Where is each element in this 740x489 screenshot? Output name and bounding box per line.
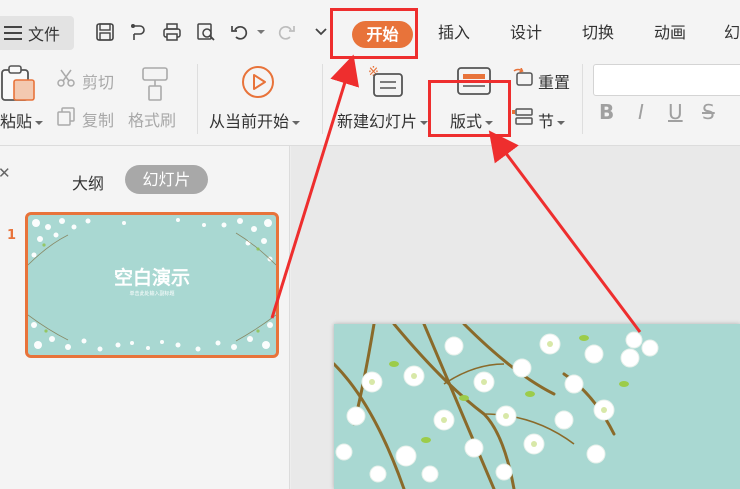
section-icon[interactable] (512, 106, 534, 126)
blossom-branch-image (334, 324, 659, 489)
tab-insert[interactable]: 插入 (438, 22, 470, 44)
new-slide-icon[interactable]: ※ (366, 64, 404, 100)
hamburger-icon (4, 26, 22, 40)
paste-label: 粘贴 (0, 112, 33, 131)
file-menu-button[interactable]: 文件 (0, 16, 74, 50)
strikethrough-button[interactable]: S (702, 100, 715, 124)
font-name-input[interactable] (593, 64, 740, 96)
underline-button[interactable]: U (668, 100, 683, 124)
italic-button[interactable]: I (638, 100, 644, 124)
tab-transition[interactable]: 切换 (582, 22, 614, 44)
copy-button[interactable]: 复制 (82, 107, 114, 131)
section-dropdown-icon (557, 120, 566, 125)
save-icon[interactable] (95, 22, 115, 42)
play-from-current-button[interactable]: 从当前开始 (209, 108, 301, 132)
ribbon-divider (322, 64, 323, 134)
section-button[interactable]: 节 (538, 108, 566, 132)
slide-thumbnail[interactable]: 空白演示 单击此处输入副标题 (25, 212, 279, 358)
play-dropdown-icon (292, 120, 301, 125)
cut-button[interactable]: 剪切 (82, 69, 114, 93)
highlight-box-layout-button (428, 80, 511, 137)
undo-icon[interactable] (230, 22, 250, 42)
print-icon[interactable] (162, 22, 182, 42)
tab-slideshow[interactable]: 幻 (724, 22, 740, 44)
highlight-box-start-tab (330, 8, 418, 59)
copy-icon[interactable] (56, 106, 76, 126)
tab-slides[interactable]: 幻灯片 (125, 165, 208, 194)
ribbon-toolbar: 粘贴 剪切 复制 格式刷 从当前开始 ※ 新建幻灯片 版式 重置 节 B I U… (0, 56, 740, 146)
tab-animation[interactable]: 动画 (654, 22, 686, 44)
ribbon-divider (197, 64, 198, 134)
play-icon[interactable] (240, 64, 276, 100)
thumbnail-subtitle: 单击此处输入副标题 (129, 291, 175, 297)
paste-icon[interactable] (0, 64, 38, 104)
section-label: 节 (538, 112, 555, 131)
tab-design[interactable]: 设计 (510, 22, 542, 44)
customize-chevron-icon[interactable] (314, 27, 328, 37)
slide-number: 1 (7, 228, 17, 243)
export-icon[interactable] (128, 22, 148, 42)
thumbnail-title: 空白演示 (113, 267, 190, 289)
slide-panel: ✕ 大纲 幻灯片 1 空白演示 单击此处输入副标题 (0, 146, 290, 489)
close-panel-icon[interactable]: ✕ (0, 164, 11, 182)
main-slide[interactable] (334, 324, 740, 489)
ribbon-divider (582, 64, 583, 134)
undo-dropdown-icon[interactable] (257, 30, 265, 34)
paste-dropdown-icon (35, 120, 44, 125)
new-slide-label: 新建幻灯片 (337, 112, 418, 131)
new-slide-dropdown-icon (420, 120, 429, 125)
format-painter-button[interactable]: 格式刷 (128, 107, 176, 131)
redo-icon[interactable] (276, 22, 296, 42)
format-painter-icon[interactable] (140, 64, 170, 102)
play-from-current-label: 从当前开始 (209, 112, 290, 131)
new-slide-button[interactable]: 新建幻灯片 (337, 108, 429, 132)
tab-outline[interactable]: 大纲 (72, 170, 104, 194)
cut-icon[interactable] (56, 68, 76, 88)
file-menu-label: 文件 (28, 25, 61, 44)
bold-button[interactable]: B (599, 100, 614, 124)
paste-button[interactable]: 粘贴 (0, 108, 44, 132)
reset-button[interactable]: 重置 (538, 69, 570, 93)
print-preview-icon[interactable] (196, 22, 216, 42)
reset-icon[interactable] (512, 68, 534, 88)
